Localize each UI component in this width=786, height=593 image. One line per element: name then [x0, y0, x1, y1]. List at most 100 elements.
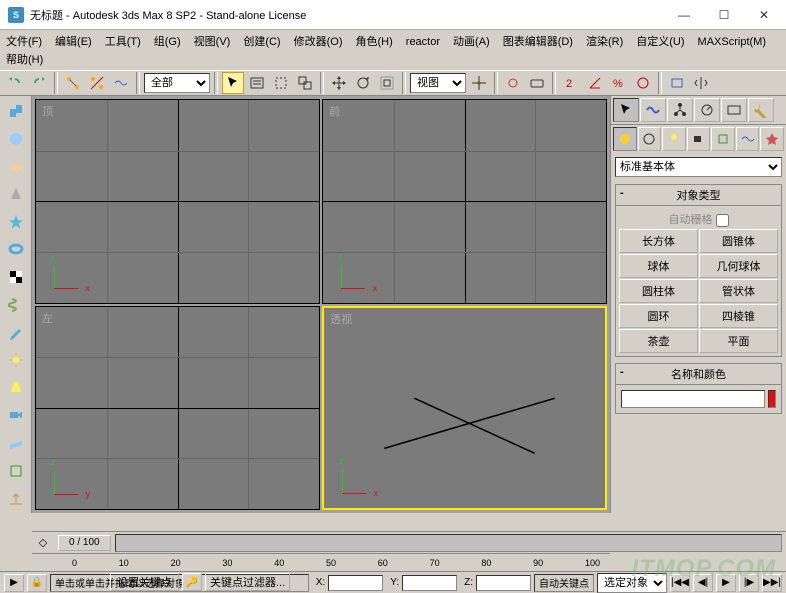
key-filters-button[interactable]: 关键点过滤器...	[205, 573, 290, 591]
select-by-name-button[interactable]	[246, 72, 268, 94]
goto-end-button[interactable]: ▶▶|	[762, 574, 782, 592]
menu-group[interactable]: 组(G)	[154, 33, 181, 51]
sphere-button[interactable]: 球体	[619, 254, 698, 278]
link-button[interactable]	[62, 72, 84, 94]
menu-graph-editors[interactable]: 图表编辑器(D)	[503, 33, 573, 51]
utilities-tab[interactable]	[748, 98, 774, 122]
keyboard-shortcut-button[interactable]	[526, 72, 548, 94]
checker-icon[interactable]	[3, 264, 29, 290]
track-bar[interactable]: 0 10 20 30 40 50 60 70 80 90 100	[32, 553, 610, 571]
minimize-button[interactable]: —	[664, 3, 704, 27]
camera-icon[interactable]	[3, 402, 29, 428]
cone-shape-icon[interactable]	[3, 181, 29, 207]
tube-button[interactable]: 管状体	[699, 279, 778, 303]
scale-icon[interactable]	[3, 485, 29, 511]
primitive-category-dropdown[interactable]: 标准基本体	[615, 157, 782, 177]
cone-button[interactable]: 圆锥体	[699, 229, 778, 253]
pencil-icon[interactable]	[3, 319, 29, 345]
y-coord-input[interactable]	[402, 575, 457, 591]
torus-button[interactable]: 圆环	[619, 304, 698, 328]
next-frame-button[interactable]: |▶	[739, 574, 759, 592]
redo-button[interactable]	[28, 72, 50, 94]
geosphere-button[interactable]: 几何球体	[699, 254, 778, 278]
plane-button[interactable]: 平面	[699, 329, 778, 353]
close-button[interactable]: ✕	[744, 3, 784, 27]
move-button[interactable]	[328, 72, 350, 94]
create-tab[interactable]	[613, 98, 639, 122]
menu-maxscript[interactable]: MAXScript(M)	[698, 33, 766, 51]
viewport-top[interactable]: 顶 yx	[35, 99, 320, 304]
goto-start-button[interactable]: |◀◀	[670, 574, 690, 592]
object-color-swatch[interactable]	[768, 390, 776, 408]
bind-spacewarp-button[interactable]	[110, 72, 132, 94]
display-tab[interactable]	[721, 98, 747, 122]
shapes-category[interactable]	[638, 127, 662, 151]
omni-light-icon[interactable]	[3, 347, 29, 373]
modify-tab[interactable]	[640, 98, 666, 122]
rotate-button[interactable]	[352, 72, 374, 94]
manipulate-button[interactable]	[502, 72, 524, 94]
selection-filter-dropdown[interactable]: 全部	[144, 73, 210, 93]
box-button[interactable]: 长方体	[619, 229, 698, 253]
geometry-category[interactable]	[613, 127, 637, 151]
snap-2d-button[interactable]: 2	[560, 72, 582, 94]
menu-animation[interactable]: 动画(A)	[453, 33, 490, 51]
autogrid-checkbox[interactable]	[716, 214, 729, 227]
x-coord-input[interactable]	[328, 575, 383, 591]
teapot-shape-icon[interactable]	[3, 153, 29, 179]
ref-coord-dropdown[interactable]: 视图	[410, 73, 466, 93]
set-key-button[interactable]: 设置关键点	[110, 573, 179, 591]
object-name-input[interactable]	[621, 390, 765, 408]
teapot-button[interactable]: 茶壶	[619, 329, 698, 353]
spring-icon[interactable]	[3, 292, 29, 318]
box-shape-icon[interactable]	[3, 98, 29, 124]
select-region-button[interactable]	[270, 72, 292, 94]
menu-customize[interactable]: 自定义(U)	[636, 33, 684, 51]
menu-modifiers[interactable]: 修改器(O)	[294, 33, 343, 51]
helper-icon[interactable]	[3, 458, 29, 484]
z-coord-input[interactable]	[476, 575, 531, 591]
menu-character[interactable]: 角色(H)	[356, 33, 393, 51]
window-crossing-button[interactable]	[294, 72, 316, 94]
undo-button[interactable]	[4, 72, 26, 94]
unlink-button[interactable]	[86, 72, 108, 94]
snap-angle-button[interactable]	[584, 72, 606, 94]
scale-button[interactable]	[376, 72, 398, 94]
star-shape-icon[interactable]	[3, 209, 29, 235]
cylinder-button[interactable]: 圆柱体	[619, 279, 698, 303]
snap-spinner-button[interactable]	[632, 72, 654, 94]
maximize-button[interactable]: ☐	[704, 3, 744, 27]
lights-category[interactable]	[662, 127, 686, 151]
menu-create[interactable]: 创建(C)	[243, 33, 280, 51]
mirror-button[interactable]	[690, 72, 712, 94]
cameras-category[interactable]	[687, 127, 711, 151]
snap-percent-button[interactable]: %	[608, 72, 630, 94]
prev-frame-button[interactable]: ◀|	[693, 574, 713, 592]
named-selection-button[interactable]	[666, 72, 688, 94]
spacewarps-category[interactable]	[736, 127, 760, 151]
menu-reactor[interactable]: reactor	[406, 33, 440, 51]
plane-icon[interactable]	[3, 430, 29, 456]
viewport-left[interactable]: 左 zy	[35, 306, 320, 511]
key-icon[interactable]: 🔑	[182, 573, 202, 591]
viewport-perspective[interactable]: 透视 zx	[322, 306, 607, 511]
pyramid-button[interactable]: 四棱锥	[699, 304, 778, 328]
hierarchy-tab[interactable]	[667, 98, 693, 122]
torus-shape-icon[interactable]	[3, 236, 29, 262]
maxscript-mini-icon[interactable]: ▶	[4, 574, 24, 592]
pivot-center-button[interactable]	[468, 72, 490, 94]
auto-key-button[interactable]: 自动关键点	[534, 574, 594, 592]
menu-file[interactable]: 文件(F)	[6, 33, 42, 51]
menu-edit[interactable]: 编辑(E)	[55, 33, 92, 51]
lock-selection-icon[interactable]: 🔒	[27, 574, 47, 592]
play-button[interactable]: ▶	[716, 574, 736, 592]
spotlight-icon[interactable]	[3, 375, 29, 401]
time-slider[interactable]: 0 / 100	[58, 535, 111, 551]
menu-rendering[interactable]: 渲染(R)	[586, 33, 623, 51]
systems-category[interactable]	[760, 127, 784, 151]
motion-tab[interactable]	[694, 98, 720, 122]
menu-help[interactable]: 帮助(H)	[6, 51, 43, 69]
menu-tools[interactable]: 工具(T)	[105, 33, 141, 51]
viewport-front[interactable]: 前 zx	[322, 99, 607, 304]
select-button[interactable]	[222, 72, 244, 94]
